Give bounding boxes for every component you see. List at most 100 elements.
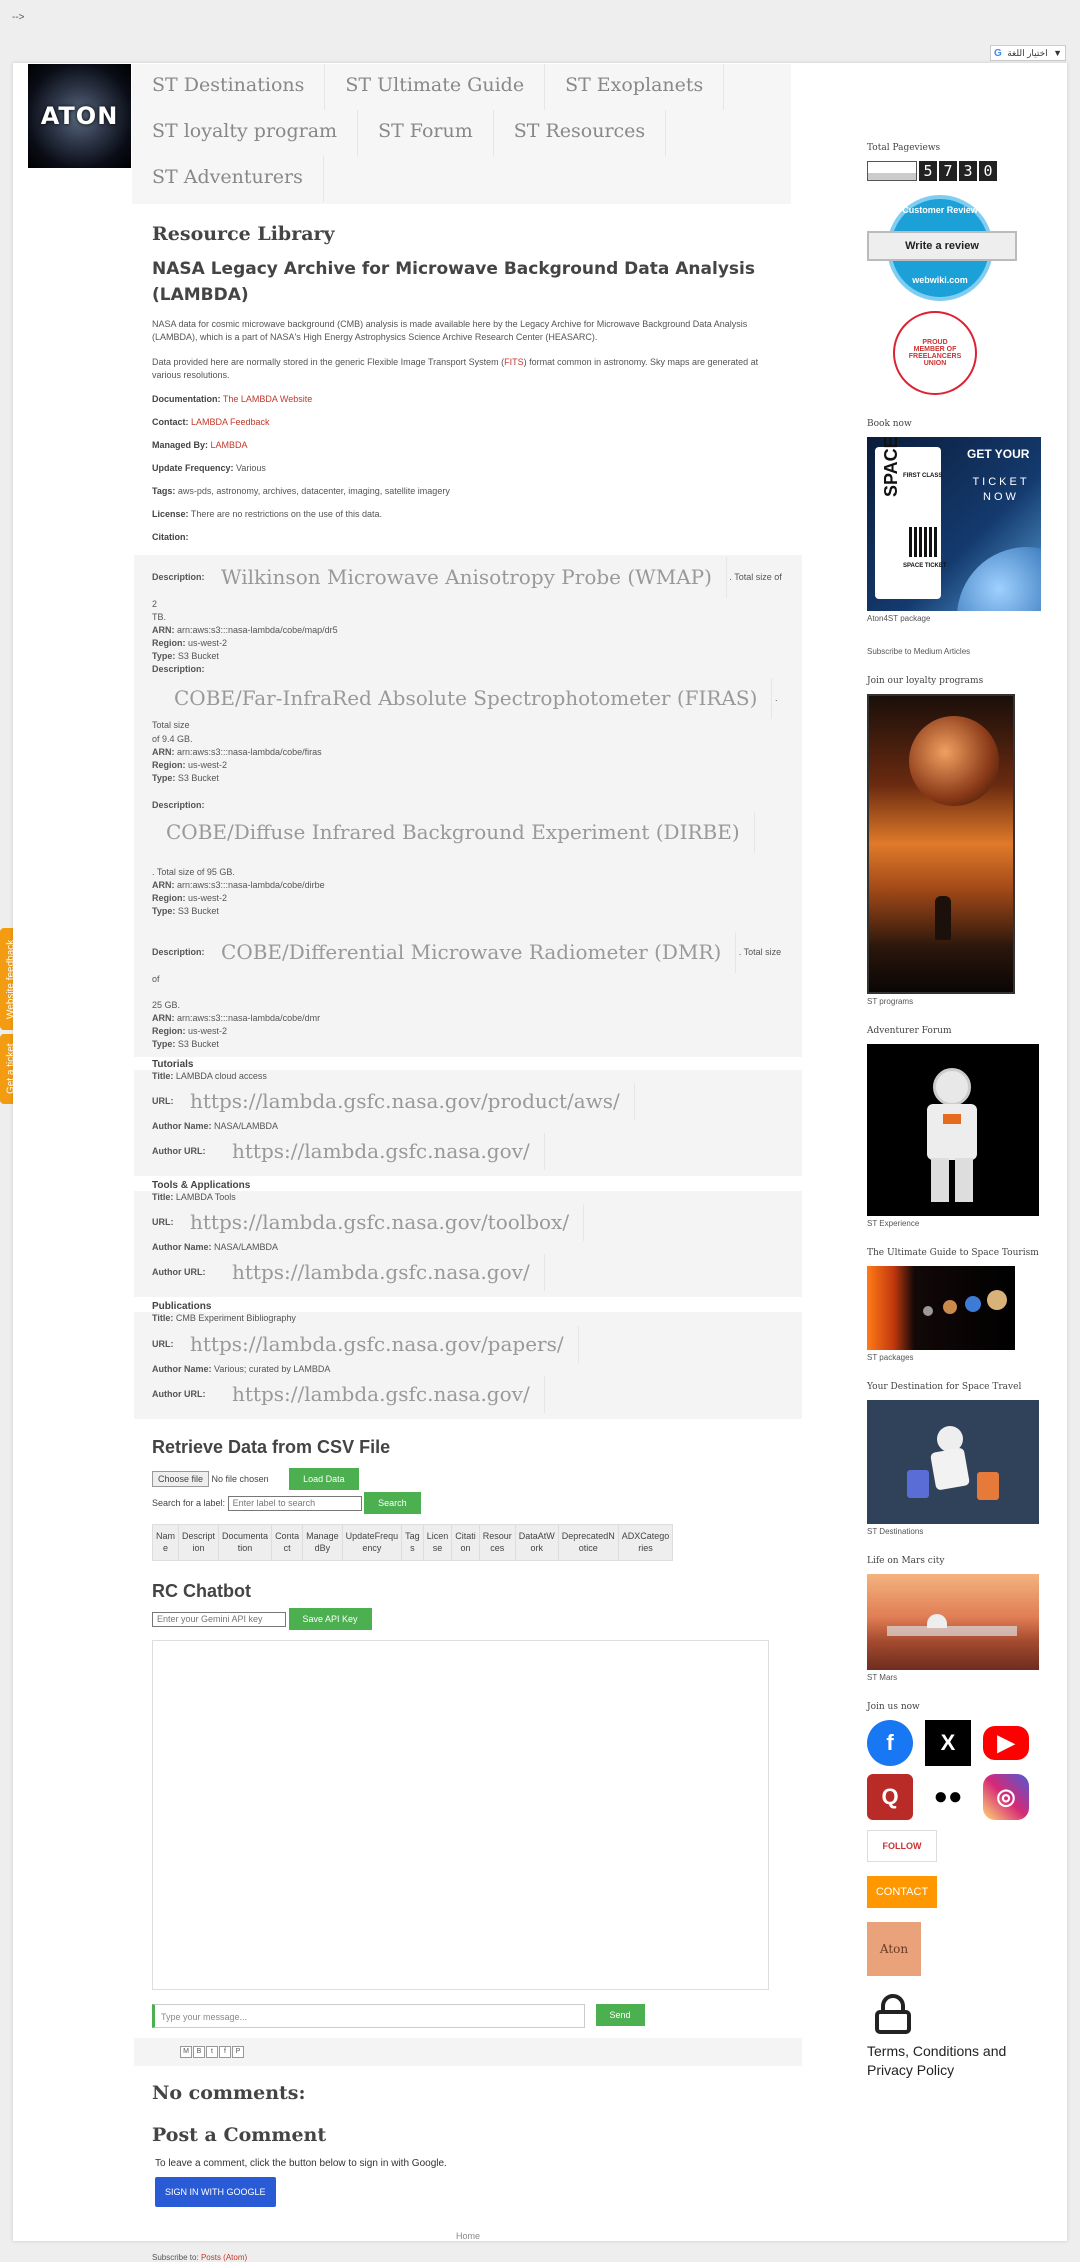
destination-caption: ST Destinations xyxy=(867,1527,924,1536)
follow-badge[interactable]: FOLLOW xyxy=(867,1830,937,1862)
facebook-share-icon[interactable]: f xyxy=(219,2045,231,2058)
resource-title-link[interactable]: Wilkinson Microwave Anisotropy Probe (WM… xyxy=(207,557,727,599)
chat-messages-area xyxy=(152,1639,769,1990)
dataset-format-note: Data provided here are normally stored i… xyxy=(152,357,759,381)
resource-title-link[interactable]: COBE/Diffuse Infrared Background Experim… xyxy=(152,811,755,853)
search-row: Search for a label: Enter label to searc… xyxy=(152,1491,784,1514)
chevron-down-icon: ▼ xyxy=(1053,48,1062,58)
sidebar: Total Pageviews 5 7 3 0 Write a review C… xyxy=(867,143,1047,2080)
loyalty-caption: ST programs xyxy=(867,997,914,1006)
author-url-link[interactable]: https://lambda.gsfc.nasa.gov/ xyxy=(218,1375,545,1413)
pinterest-share-icon[interactable]: P xyxy=(232,2045,244,2058)
contact-button[interactable]: CONTACT xyxy=(867,1876,937,1908)
medium-icon[interactable]: ●● xyxy=(925,1774,971,1820)
section-url-link[interactable]: https://lambda.gsfc.nasa.gov/papers/ xyxy=(176,1325,579,1363)
license-row: License: There are no restrictions on th… xyxy=(152,509,382,520)
customer-review-badge[interactable]: Write a review Customer Review webwiki.c… xyxy=(867,195,1017,305)
csv-column-header: DataAtW ork xyxy=(514,1523,559,1561)
citation-row: Citation: xyxy=(152,532,189,543)
quora-icon[interactable]: Q xyxy=(867,1774,913,1820)
loyalty-image[interactable] xyxy=(867,694,1015,994)
nav-item-adventurers[interactable]: ST Adventurers xyxy=(132,156,324,202)
aton-badge[interactable]: Aton xyxy=(867,1922,921,1976)
comment-instruction: To leave a comment, click the button bel… xyxy=(155,2157,447,2169)
section-heading: Tools & Applications xyxy=(152,1180,251,1192)
csv-column-header: Descript ion xyxy=(178,1523,220,1561)
api-key-input[interactable]: Enter your Gemini API key xyxy=(152,1611,286,1627)
resource-item: COBE/Far-InfraRed Absolute Spectrophotom… xyxy=(152,678,784,784)
youtube-icon[interactable]: ▶ xyxy=(983,1726,1029,1760)
posts-atom-link[interactable]: Posts (Atom) xyxy=(201,2253,247,2262)
mars-city-image[interactable] xyxy=(867,1574,1039,1670)
contact-link[interactable]: LAMBDA Feedback xyxy=(191,417,270,427)
mars-caption: ST Mars xyxy=(867,1673,898,1682)
x-icon[interactable]: X xyxy=(925,1720,971,1766)
pageviews-sparkline xyxy=(867,161,917,181)
fits-link[interactable]: FITS xyxy=(504,357,524,367)
tools-section: Tools & Applications Title: LAMBDA Tools… xyxy=(134,1180,802,1298)
load-data-button[interactable]: Load Data xyxy=(289,1467,359,1490)
language-selector[interactable]: G اختيار اللغة ▼ xyxy=(990,45,1066,61)
resource-title-link[interactable]: COBE/Differential Microwave Radiometer (… xyxy=(207,931,737,973)
no-comments-heading: No comments: xyxy=(152,2081,306,2104)
section-url-link[interactable]: https://lambda.gsfc.nasa.gov/product/aws… xyxy=(176,1083,635,1121)
loyalty-title: Join our loyalty programs xyxy=(867,676,984,686)
destination-title: Your Destination for Space Travel xyxy=(867,1382,1022,1392)
solar-system-image[interactable] xyxy=(867,1266,1015,1350)
medium-subscribe-link[interactable]: Subscribe to Medium Articles xyxy=(867,647,1047,656)
nav-item-forum[interactable]: ST Forum xyxy=(358,110,494,156)
nav-item-resources[interactable]: ST Resources xyxy=(494,110,667,156)
astronaut-image[interactable] xyxy=(867,1044,1039,1216)
resource-item: Description: COBE/Diffuse Infrared Backg… xyxy=(152,799,784,918)
terms-link[interactable]: Terms, Conditions and Privacy Policy xyxy=(867,2042,1047,2080)
nav-item-loyalty[interactable]: ST loyalty program xyxy=(132,110,359,156)
csv-column-header: Documenta tion xyxy=(218,1523,273,1561)
author-url-link[interactable]: https://lambda.gsfc.nasa.gov/ xyxy=(218,1254,545,1292)
home-link[interactable]: Home xyxy=(152,2231,784,2241)
csv-column-header: Resour ces xyxy=(478,1523,516,1561)
nav-item-destinations[interactable]: ST Destinations xyxy=(132,64,326,110)
documentation-link[interactable]: The LAMBDA Website xyxy=(223,394,312,404)
resources-list: Description: Wilkinson Microwave Anisotr… xyxy=(134,555,802,1058)
author-url-link[interactable]: https://lambda.gsfc.nasa.gov/ xyxy=(218,1133,545,1171)
facebook-icon[interactable]: f xyxy=(867,1720,913,1766)
destination-image[interactable] xyxy=(867,1400,1039,1524)
book-caption: Aton4ST package xyxy=(867,614,931,623)
email-share-icon[interactable]: M xyxy=(180,2045,192,2058)
file-input[interactable]: Choose file No file chosen Load Data xyxy=(152,1467,784,1490)
section-heading: Publications xyxy=(152,1301,212,1313)
choose-file-button[interactable]: Choose file xyxy=(152,1470,210,1487)
guide-title: The Ultimate Guide to Space Tourism xyxy=(867,1248,1039,1258)
save-api-key-button[interactable]: Save API Key xyxy=(288,1607,372,1630)
publications-section: Publications Title: CMB Experiment Bibli… xyxy=(134,1301,802,1419)
resource-item: Description: COBE/Differential Microwave… xyxy=(152,931,784,1051)
search-input[interactable]: Enter label to search xyxy=(227,1495,362,1511)
documentation-row: Documentation: The LAMBDA Website xyxy=(152,394,313,405)
csv-column-header: Licen se xyxy=(422,1523,453,1561)
instagram-icon[interactable]: ◎ xyxy=(983,1774,1029,1820)
search-button[interactable]: Search xyxy=(364,1491,421,1514)
freelancers-union-badge[interactable]: PROUD MEMBER OF FREELANCERS UNION xyxy=(893,311,977,395)
blog-share-icon[interactable]: B xyxy=(193,2045,205,2058)
share-bar: M B t f P xyxy=(134,2037,802,2066)
nav-item-ultimate-guide[interactable]: ST Ultimate Guide xyxy=(325,64,546,110)
resource-title-link[interactable]: COBE/Far-InfraRed Absolute Spectrophotom… xyxy=(160,678,773,720)
mars-title: Life on Mars city xyxy=(867,1556,945,1566)
site-logo[interactable]: ATON xyxy=(28,64,131,168)
lock-icon xyxy=(873,1994,913,2034)
page-container: ATON ST Destinations ST Ultimate Guide S… xyxy=(13,63,1067,2262)
section-url-link[interactable]: https://lambda.gsfc.nasa.gov/toolbox/ xyxy=(176,1204,585,1242)
language-selector-label: اختيار اللغة xyxy=(1007,47,1048,58)
managed-link[interactable]: LAMBDA xyxy=(211,440,248,450)
space-ticket-banner[interactable]: SPACE FIRST CLASS SPACE TICKET GET YOUR … xyxy=(867,437,1041,611)
csv-column-header: Tag s xyxy=(401,1523,424,1561)
dataset-title: NASA Legacy Archive for Microwave Backgr… xyxy=(152,259,755,305)
sign-in-google-button[interactable]: SIGN IN WITH GOOGLE xyxy=(155,2176,276,2207)
send-button[interactable]: Send xyxy=(595,2004,645,2027)
main-navigation: ST Destinations ST Ultimate Guide ST Exo… xyxy=(132,64,791,204)
nav-item-exoplanets[interactable]: ST Exoplanets xyxy=(545,64,725,110)
message-input[interactable]: Type your message... xyxy=(152,2003,585,2028)
x-share-icon[interactable]: t xyxy=(206,2045,218,2058)
counter-digit: 0 xyxy=(979,161,997,181)
pageviews-title: Total Pageviews xyxy=(867,143,941,153)
